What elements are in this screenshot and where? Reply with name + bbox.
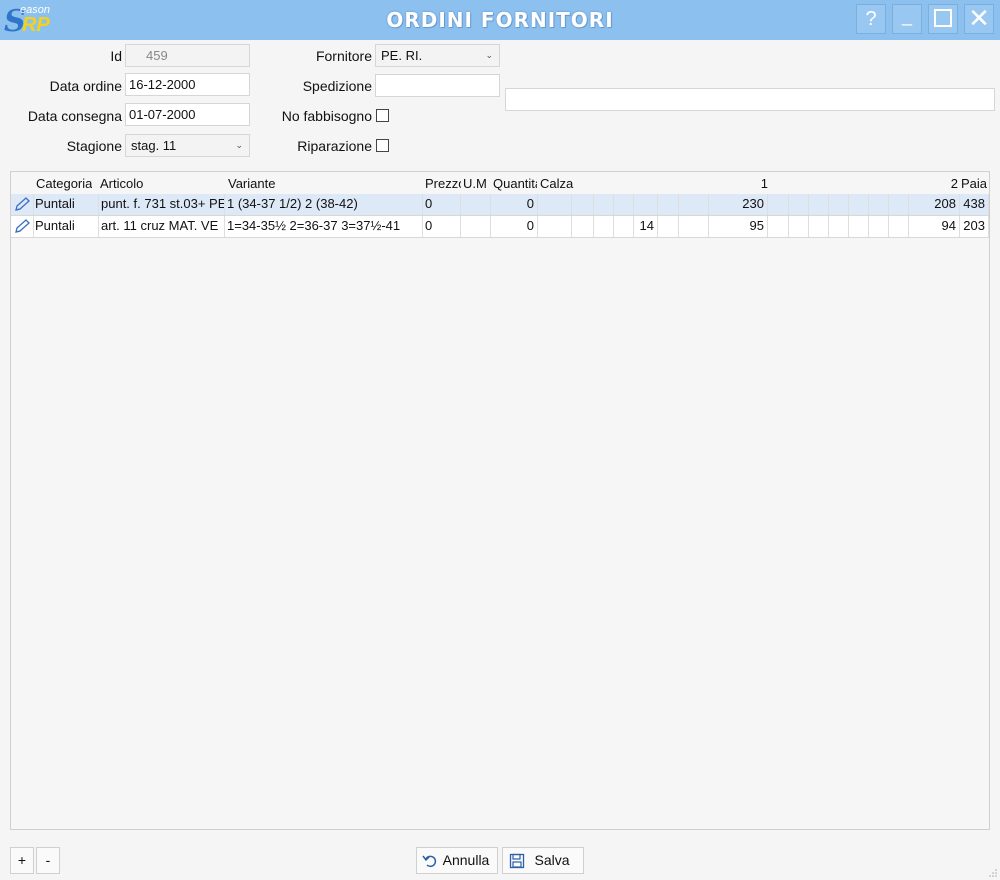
cell-paia: 203 xyxy=(960,216,989,237)
header-um[interactable]: U.M xyxy=(463,176,493,191)
chevron-down-icon: ⌄ xyxy=(235,140,243,150)
data-consegna-label: Data consegna xyxy=(27,108,122,124)
cell-variante: 1=34-35½ 2=36-37 3=37½-41 xyxy=(225,216,423,237)
header-articolo[interactable]: Articolo xyxy=(100,176,143,191)
window-title: ORDINI FORNITORI xyxy=(386,8,614,32)
cell-paia: 438 xyxy=(960,194,989,215)
cell-calza xyxy=(538,216,572,237)
header-quantita[interactable]: Quantità xyxy=(493,176,537,191)
cell-variante: 1 (34-37 1/2) 2 (38-42) xyxy=(225,194,423,215)
resize-grip-icon[interactable] xyxy=(988,868,998,878)
cell-size-2: 208 xyxy=(908,194,960,215)
cell-size-2: 94 xyxy=(908,216,960,237)
order-lines-grid[interactable]: Categoria Articolo Variante Prezzo U.M Q… xyxy=(10,171,990,830)
riparazione-label: Riparazione xyxy=(297,138,372,154)
title-bar: S eason RP ORDINI FORNITORI ? _ ✕ xyxy=(0,0,1000,40)
cell-um xyxy=(461,216,491,237)
header-variante[interactable]: Variante xyxy=(228,176,275,191)
cell-prezzo: 0 xyxy=(423,194,461,215)
fornitore-value: PE. RI. xyxy=(381,48,423,63)
minimize-button[interactable]: _ xyxy=(892,4,922,34)
stagione-select[interactable]: stag. 11 ⌄ xyxy=(125,134,250,157)
id-field: 459 xyxy=(125,44,250,67)
cell-categoria: Puntali xyxy=(33,216,99,237)
annulla-label: Annulla xyxy=(442,852,490,868)
riparazione-checkbox[interactable] xyxy=(376,139,389,152)
help-button[interactable]: ? xyxy=(856,4,886,34)
table-row[interactable]: Puntali art. 11 cruz MAT. VE 1=34-35½ 2=… xyxy=(11,216,989,238)
cell-categoria: Puntali xyxy=(33,194,99,215)
header-calza[interactable]: Calza xyxy=(540,176,574,191)
cell-quantita: 0 xyxy=(491,216,538,237)
no-fabbisogno-checkbox[interactable] xyxy=(376,109,389,122)
data-ordine-field[interactable]: 16-12-2000 xyxy=(125,73,250,96)
cell-size-14 xyxy=(633,194,658,215)
save-icon xyxy=(509,853,525,869)
fornitore-label: Fornitore xyxy=(315,48,372,64)
cell-articolo: punt. f. 731 st.03+ PE xyxy=(99,194,225,215)
stagione-label: Stagione xyxy=(66,138,122,154)
maximize-button[interactable] xyxy=(928,4,958,34)
cell-articolo: art. 11 cruz MAT. VE xyxy=(99,216,225,237)
cell-um xyxy=(461,194,491,215)
note-field[interactable] xyxy=(505,88,995,111)
table-row[interactable]: Puntali punt. f. 731 st.03+ PE 1 (34-37 … xyxy=(11,194,989,216)
header-size-2[interactable]: 2 xyxy=(911,176,958,191)
data-ordine-label: Data ordine xyxy=(49,78,122,94)
header-prezzo[interactable]: Prezzo xyxy=(425,176,461,191)
cell-size-1: 95 xyxy=(708,216,768,237)
close-button[interactable]: ✕ xyxy=(964,4,994,34)
cell-size-1: 230 xyxy=(708,194,768,215)
cell-size-14: 14 xyxy=(633,216,658,237)
no-fabbisogno-label: No fabbisogno xyxy=(281,108,372,124)
header-categoria[interactable]: Categoria xyxy=(36,176,92,191)
spedizione-field[interactable] xyxy=(375,74,500,97)
cell-calza xyxy=(538,194,572,215)
annulla-button[interactable]: Annulla xyxy=(416,847,498,874)
cell-prezzo: 0 xyxy=(423,216,461,237)
maximize-icon xyxy=(934,9,952,27)
chevron-down-icon: ⌄ xyxy=(485,50,493,60)
salva-label: Salva xyxy=(534,852,570,868)
id-label: Id xyxy=(110,48,122,64)
salva-button[interactable]: Salva xyxy=(502,847,584,874)
stagione-value: stag. 11 xyxy=(131,138,177,153)
undo-icon xyxy=(422,855,437,868)
header-size-1[interactable]: 1 xyxy=(711,176,768,191)
add-row-button[interactable]: + xyxy=(10,847,34,874)
data-consegna-field[interactable]: 01-07-2000 xyxy=(125,103,250,126)
header-paia[interactable]: Paia xyxy=(961,176,989,191)
remove-row-button[interactable]: - xyxy=(36,847,60,874)
spedizione-label: Spedizione xyxy=(302,78,372,94)
cell-quantita: 0 xyxy=(491,194,538,215)
fornitore-select[interactable]: PE. RI. ⌄ xyxy=(375,44,500,67)
